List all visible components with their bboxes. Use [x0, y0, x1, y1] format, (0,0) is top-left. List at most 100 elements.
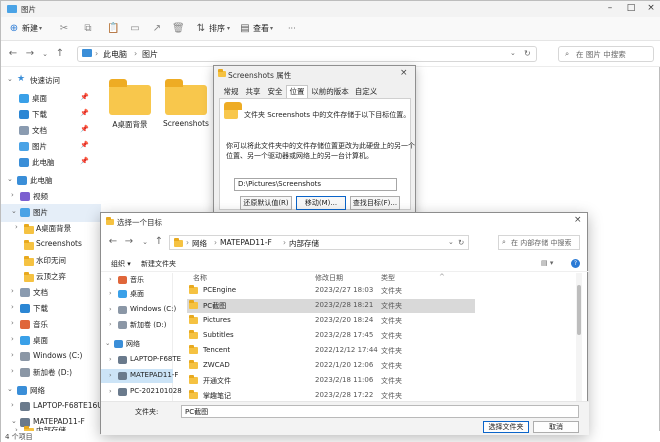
- column-header-name[interactable]: 名称: [193, 273, 207, 283]
- tab-location[interactable]: 位置: [286, 85, 308, 99]
- new-dropdown-icon[interactable]: ▾: [39, 22, 42, 36]
- table-row[interactable]: ZWCAD 2022/1/20 12:06 文件夹: [187, 359, 475, 373]
- column-header-date[interactable]: 修改日期: [315, 273, 343, 283]
- table-row[interactable]: PC截图 2023/2/28 18:21 文件夹: [187, 299, 475, 313]
- table-row[interactable]: Subtitles 2023/2/28 17:45 文件夹: [187, 329, 475, 343]
- folder-icon[interactable]: [109, 79, 151, 115]
- address-dropdown-icon[interactable]: ⌄: [448, 238, 454, 246]
- back-arrow-icon[interactable]: ←: [107, 235, 119, 249]
- collapse-chevron-icon[interactable]: ⌄: [105, 339, 110, 347]
- view-dropdown-icon[interactable]: ▾: [270, 22, 273, 36]
- breadcrumb-internal-storage[interactable]: 内部存储: [289, 238, 319, 249]
- scrollbar-thumb[interactable]: [577, 285, 581, 335]
- delete-icon[interactable]: 🗑: [172, 23, 185, 35]
- expand-chevron-icon[interactable]: ›: [11, 367, 14, 375]
- recent-chevron-icon[interactable]: ⌄: [39, 47, 51, 61]
- tab-sharing[interactable]: 共享: [242, 86, 264, 98]
- more-button[interactable]: ···: [288, 22, 296, 36]
- browse-address-bar[interactable]: › 网络 › MATEPAD11-F › 内部存储 ⌄ ↻: [169, 235, 469, 250]
- expand-chevron-icon[interactable]: ›: [11, 335, 14, 343]
- browse-search-box[interactable]: ⌕ 在 内部存储 中搜索: [498, 235, 580, 250]
- copy-icon[interactable]: ⧉: [82, 23, 94, 35]
- close-button[interactable]: ×: [644, 3, 658, 14]
- close-icon[interactable]: ×: [400, 68, 408, 78]
- browse-side-matepad[interactable]: › MATEPAD11-F: [101, 369, 178, 383]
- restore-default-button[interactable]: 还原默认值(R): [240, 196, 292, 210]
- table-row[interactable]: 开通文件 2023/2/18 11:06 文件夹: [187, 374, 475, 388]
- expand-chevron-icon[interactable]: ›: [109, 355, 112, 363]
- expand-chevron-icon[interactable]: ›: [15, 223, 18, 231]
- expand-chevron-icon[interactable]: ›: [11, 303, 14, 311]
- collapse-chevron-icon[interactable]: ⌄: [7, 385, 13, 393]
- expand-chevron-icon[interactable]: ›: [109, 305, 112, 313]
- expand-chevron-icon[interactable]: ›: [11, 319, 14, 327]
- sidebar-item-this-pc-quick[interactable]: 此电脑 📌: [1, 154, 101, 172]
- cut-icon[interactable]: ✂: [58, 23, 70, 35]
- folder-caption[interactable]: Screenshots: [156, 119, 216, 128]
- browse-side-drive-c[interactable]: › Windows (C:): [101, 303, 176, 317]
- expand-chevron-icon[interactable]: ›: [109, 275, 112, 283]
- collapse-chevron-icon[interactable]: ⌄: [11, 417, 17, 425]
- back-arrow-icon[interactable]: ←: [7, 47, 19, 61]
- browse-side-drive-d[interactable]: › 新加卷 (D:): [101, 318, 173, 332]
- close-icon[interactable]: ×: [574, 215, 582, 225]
- maximize-button[interactable]: □: [624, 3, 638, 14]
- browse-side-music[interactable]: › 音乐: [101, 273, 173, 287]
- collapse-chevron-icon[interactable]: ⌄: [11, 207, 17, 215]
- move-button[interactable]: 移动(M)...: [296, 196, 346, 210]
- rename-icon[interactable]: ▭: [129, 23, 141, 35]
- folder-name-field[interactable]: PC截图: [181, 405, 579, 418]
- collapse-chevron-icon[interactable]: ⌄: [7, 75, 13, 83]
- select-folder-button[interactable]: 选择文件夹: [483, 421, 529, 433]
- table-row[interactable]: PCEngine 2023/2/27 18:03 文件夹: [187, 284, 475, 298]
- location-path-field[interactable]: D:\Pictures\Screenshots: [234, 178, 397, 191]
- address-dropdown-icon[interactable]: ⌄: [510, 49, 516, 57]
- expand-chevron-icon[interactable]: ›: [109, 371, 112, 379]
- sort-button[interactable]: 排序: [209, 22, 225, 36]
- collapse-chevron-icon[interactable]: ⌄: [7, 175, 13, 183]
- view-button[interactable]: 查看: [253, 22, 269, 36]
- expand-chevron-icon[interactable]: ›: [109, 320, 112, 328]
- cancel-button[interactable]: 取消: [533, 421, 579, 433]
- forward-arrow-icon[interactable]: →: [24, 47, 36, 61]
- find-target-button[interactable]: 查找目标(F)...: [350, 196, 400, 210]
- help-icon[interactable]: ?: [571, 259, 580, 268]
- browse-side-network[interactable]: ⌄ 网络: [101, 337, 173, 351]
- scrollbar[interactable]: [576, 273, 582, 401]
- refresh-icon[interactable]: ↻: [458, 238, 464, 247]
- organize-button[interactable]: 组织 ▾: [111, 259, 131, 269]
- sidebar-item-quick-access[interactable]: ⌄ ★ 快速访问: [1, 72, 101, 90]
- browse-side-pc[interactable]: › PC-202101028: [101, 385, 182, 399]
- search-box[interactable]: ⌕ 在 图片 中搜索: [558, 46, 654, 62]
- folder-icon[interactable]: [165, 79, 207, 115]
- paste-icon[interactable]: 📋: [107, 23, 119, 35]
- tab-general[interactable]: 常规: [220, 86, 242, 98]
- breadcrumb-network[interactable]: 网络: [192, 238, 207, 249]
- breadcrumb-this-pc[interactable]: 此电脑: [103, 49, 127, 60]
- table-row[interactable]: Pictures 2023/2/20 18:24 文件夹: [187, 314, 475, 328]
- browse-side-laptop[interactable]: › LAPTOP-F68TE: [101, 353, 181, 367]
- expand-chevron-icon[interactable]: ›: [11, 287, 14, 295]
- breadcrumb-pictures[interactable]: 图片: [142, 49, 158, 60]
- minimize-button[interactable]: –: [603, 3, 617, 14]
- browse-side-desktop[interactable]: › 桌面: [101, 287, 173, 301]
- breadcrumb-matepad[interactable]: MATEPAD11-F: [220, 238, 272, 247]
- expand-chevron-icon[interactable]: ›: [11, 401, 14, 409]
- sort-dropdown-icon[interactable]: ▾: [227, 22, 230, 36]
- share-icon[interactable]: ↗: [151, 23, 163, 35]
- view-options-icon[interactable]: ▤ ▾: [541, 259, 553, 267]
- expand-chevron-icon[interactable]: ›: [11, 351, 14, 359]
- up-arrow-icon[interactable]: ↑: [54, 47, 66, 61]
- column-header-size[interactable]: ^: [439, 273, 445, 281]
- expand-chevron-icon[interactable]: ›: [11, 191, 14, 199]
- column-header-type[interactable]: 类型: [381, 273, 395, 283]
- up-arrow-icon[interactable]: ↑: [153, 235, 165, 249]
- expand-chevron-icon[interactable]: ›: [109, 289, 112, 297]
- recent-chevron-icon[interactable]: ⌄: [139, 235, 151, 249]
- folder-caption[interactable]: A桌面背景: [100, 119, 160, 130]
- tab-customize[interactable]: 自定义: [352, 86, 380, 98]
- tab-security[interactable]: 安全: [264, 86, 286, 98]
- table-row[interactable]: Tencent 2022/12/12 17:44 文件夹: [187, 344, 475, 358]
- address-bar[interactable]: › 此电脑 › 图片 ⌄ ↻: [77, 46, 537, 62]
- new-folder-button[interactable]: 新建文件夹: [141, 259, 176, 269]
